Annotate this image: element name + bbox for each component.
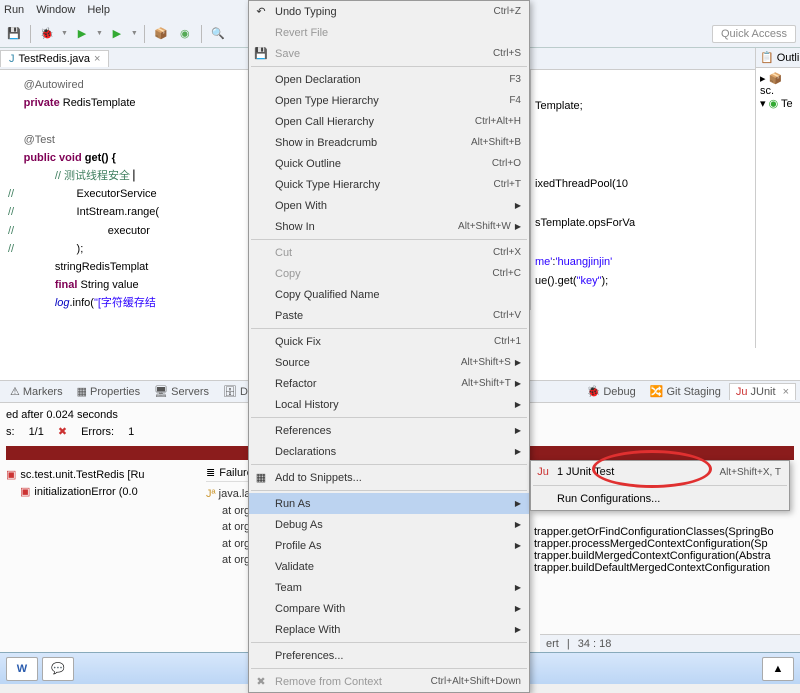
properties-icon: ▦ (77, 385, 87, 398)
remove-icon: ✖ (253, 674, 269, 690)
compare-with-item[interactable]: Compare With▶ (249, 598, 529, 619)
revert-item[interactable]: Revert File (249, 22, 529, 43)
add-snippets-item[interactable]: ▦Add to Snippets... (249, 467, 529, 488)
paste-item[interactable]: PasteCtrl+V (249, 305, 529, 326)
save-icon[interactable]: 💾 (4, 24, 24, 44)
junit-test-tree[interactable]: ▣sc.test.unit.TestRedis [Ru ▣initializat… (6, 466, 186, 574)
undo-item[interactable]: ↶Undo TypingCtrl+Z (249, 1, 529, 22)
errors-label: Errors: (81, 426, 114, 438)
close-icon[interactable]: × (783, 386, 789, 398)
servers-icon: 🖥 (154, 385, 168, 398)
open-call-hierarchy-item[interactable]: Open Call HierarchyCtrl+Alt+H (249, 111, 529, 132)
run-configurations-item[interactable]: Run Configurations... (531, 488, 789, 510)
open-type-hierarchy-item[interactable]: Open Type HierarchyF4 (249, 90, 529, 111)
menu-window[interactable]: Window (36, 4, 75, 16)
outline-node[interactable]: ▸ 📦 sc. (760, 72, 796, 97)
java-file-icon: J (9, 53, 15, 65)
data-icon: 🗄 (223, 385, 237, 398)
undo-icon: ↶ (253, 4, 269, 20)
outline-node[interactable]: ▾ ◉ Te (760, 97, 796, 110)
junit-test-item[interactable]: Ju1 JUnit TestAlt+Shift+X, T (531, 461, 789, 483)
local-history-item[interactable]: Local History▶ (249, 394, 529, 415)
editor-tab-label: TestRedis.java (19, 53, 91, 65)
refactor-item[interactable]: RefactorAlt+Shift+T▶ (249, 373, 529, 394)
compare-icon[interactable]: ≣ (206, 466, 215, 479)
new-package-icon[interactable]: 📦 (151, 24, 171, 44)
new-class-icon[interactable]: ◉ (175, 24, 195, 44)
tab-markers[interactable]: ⚠Markers (4, 383, 69, 400)
save-icon: 💾 (253, 46, 269, 62)
team-item[interactable]: Team▶ (249, 577, 529, 598)
markers-icon: ⚠ (10, 385, 20, 398)
runs-value: 1/1 (29, 426, 44, 438)
errors-value: 1 (128, 426, 134, 438)
run-icon[interactable]: ▶ (72, 24, 92, 44)
junit-icon: Ju (736, 386, 748, 398)
insert-mode: ert (546, 638, 559, 650)
debug-icon: 🐞 (587, 385, 601, 398)
quick-fix-item[interactable]: Quick FixCtrl+1 (249, 331, 529, 352)
quick-type-hierarchy-item[interactable]: Quick Type HierarchyCtrl+T (249, 174, 529, 195)
copy-item[interactable]: CopyCtrl+C (249, 263, 529, 284)
declarations-item[interactable]: Declarations▶ (249, 441, 529, 462)
open-with-item[interactable]: Open With▶ (249, 195, 529, 216)
editor-tab[interactable]: J TestRedis.java × (0, 50, 109, 67)
error-icon: ✖ (58, 425, 67, 438)
search-icon[interactable]: 🔍 (208, 24, 228, 44)
open-declaration-item[interactable]: Open DeclarationF3 (249, 69, 529, 90)
quick-access[interactable]: Quick Access (712, 25, 796, 43)
tab-gitstaging[interactable]: 🔀Git Staging (644, 383, 727, 400)
taskbar-app-word[interactable]: W (6, 657, 38, 681)
debug-icon[interactable]: 🐞 (37, 24, 57, 44)
preferences-item[interactable]: Preferences... (249, 645, 529, 666)
status-bar: ert | 34 : 18 (540, 634, 800, 652)
test-suite-node[interactable]: ▣sc.test.unit.TestRedis [Ru (6, 466, 186, 483)
profile-as-item[interactable]: Profile As▶ (249, 535, 529, 556)
editor-right-pane[interactable]: Template; ixedThreadPool(10 sTemplate.op… (530, 70, 720, 310)
git-icon: 🔀 (650, 385, 664, 398)
quick-outline-item[interactable]: Quick OutlineCtrl+O (249, 153, 529, 174)
run-as-item[interactable]: Run As▶ (249, 493, 529, 514)
replace-with-item[interactable]: Replace With▶ (249, 619, 529, 640)
save-item[interactable]: 💾SaveCtrl+S (249, 43, 529, 64)
test-case-node[interactable]: ▣initializationError (0.0 (20, 483, 186, 500)
menu-help[interactable]: Help (87, 4, 110, 16)
junit-icon: Ju (535, 464, 551, 480)
cursor-position: 34 : 18 (578, 638, 612, 650)
references-item[interactable]: References▶ (249, 420, 529, 441)
test-error-icon: ▣ (20, 485, 30, 498)
trace-line[interactable]: trapper.buildMergedContextConfiguration(… (534, 550, 794, 562)
outline-icon: 📋 (760, 51, 774, 64)
tab-junit[interactable]: JuJUnit× (729, 383, 796, 400)
show-in-item[interactable]: Show InAlt+Shift+W▶ (249, 216, 529, 237)
exception-icon: Jª (206, 488, 216, 500)
tab-servers[interactable]: 🖥Servers (148, 383, 215, 400)
run-as-submenu: Ju1 JUnit TestAlt+Shift+X, T Run Configu… (530, 460, 790, 511)
outline-header: 📋 Outline (756, 48, 800, 68)
outline-view: 📋 Outline ▸ 📦 sc. ▾ ◉ Te (755, 48, 800, 348)
outline-title: Outline (777, 52, 800, 64)
validate-item[interactable]: Validate (249, 556, 529, 577)
menu-run[interactable]: Run (4, 4, 24, 16)
context-menu: ↶Undo TypingCtrl+Z Revert File 💾SaveCtrl… (248, 0, 530, 693)
trace-line[interactable]: trapper.processMergedContextConfiguratio… (534, 538, 794, 550)
remove-context-item[interactable]: ✖Remove from ContextCtrl+Alt+Shift+Down (249, 671, 529, 692)
show-breadcrumb-item[interactable]: Show in BreadcrumbAlt+Shift+B (249, 132, 529, 153)
tab-debug[interactable]: 🐞Debug (581, 383, 642, 400)
debug-as-item[interactable]: Debug As▶ (249, 514, 529, 535)
trace-line[interactable]: trapper.getOrFindConfigurationClasses(Sp… (534, 526, 794, 538)
close-icon[interactable]: × (94, 53, 100, 65)
snippet-icon: ▦ (253, 470, 269, 486)
copy-qualified-name-item[interactable]: Copy Qualified Name (249, 284, 529, 305)
source-item[interactable]: SourceAlt+Shift+S▶ (249, 352, 529, 373)
taskbar-app-wechat[interactable]: 💬 (42, 657, 74, 681)
coverage-icon[interactable]: ▶ (107, 24, 127, 44)
test-icon: ▣ (6, 468, 16, 481)
taskbar-tray[interactable]: ▲ (762, 657, 794, 681)
tab-properties[interactable]: ▦Properties (71, 383, 147, 400)
trace-line[interactable]: trapper.buildDefaultMergedContextConfigu… (534, 562, 794, 574)
cut-item[interactable]: CutCtrl+X (249, 242, 529, 263)
runs-label: s: (6, 426, 15, 438)
